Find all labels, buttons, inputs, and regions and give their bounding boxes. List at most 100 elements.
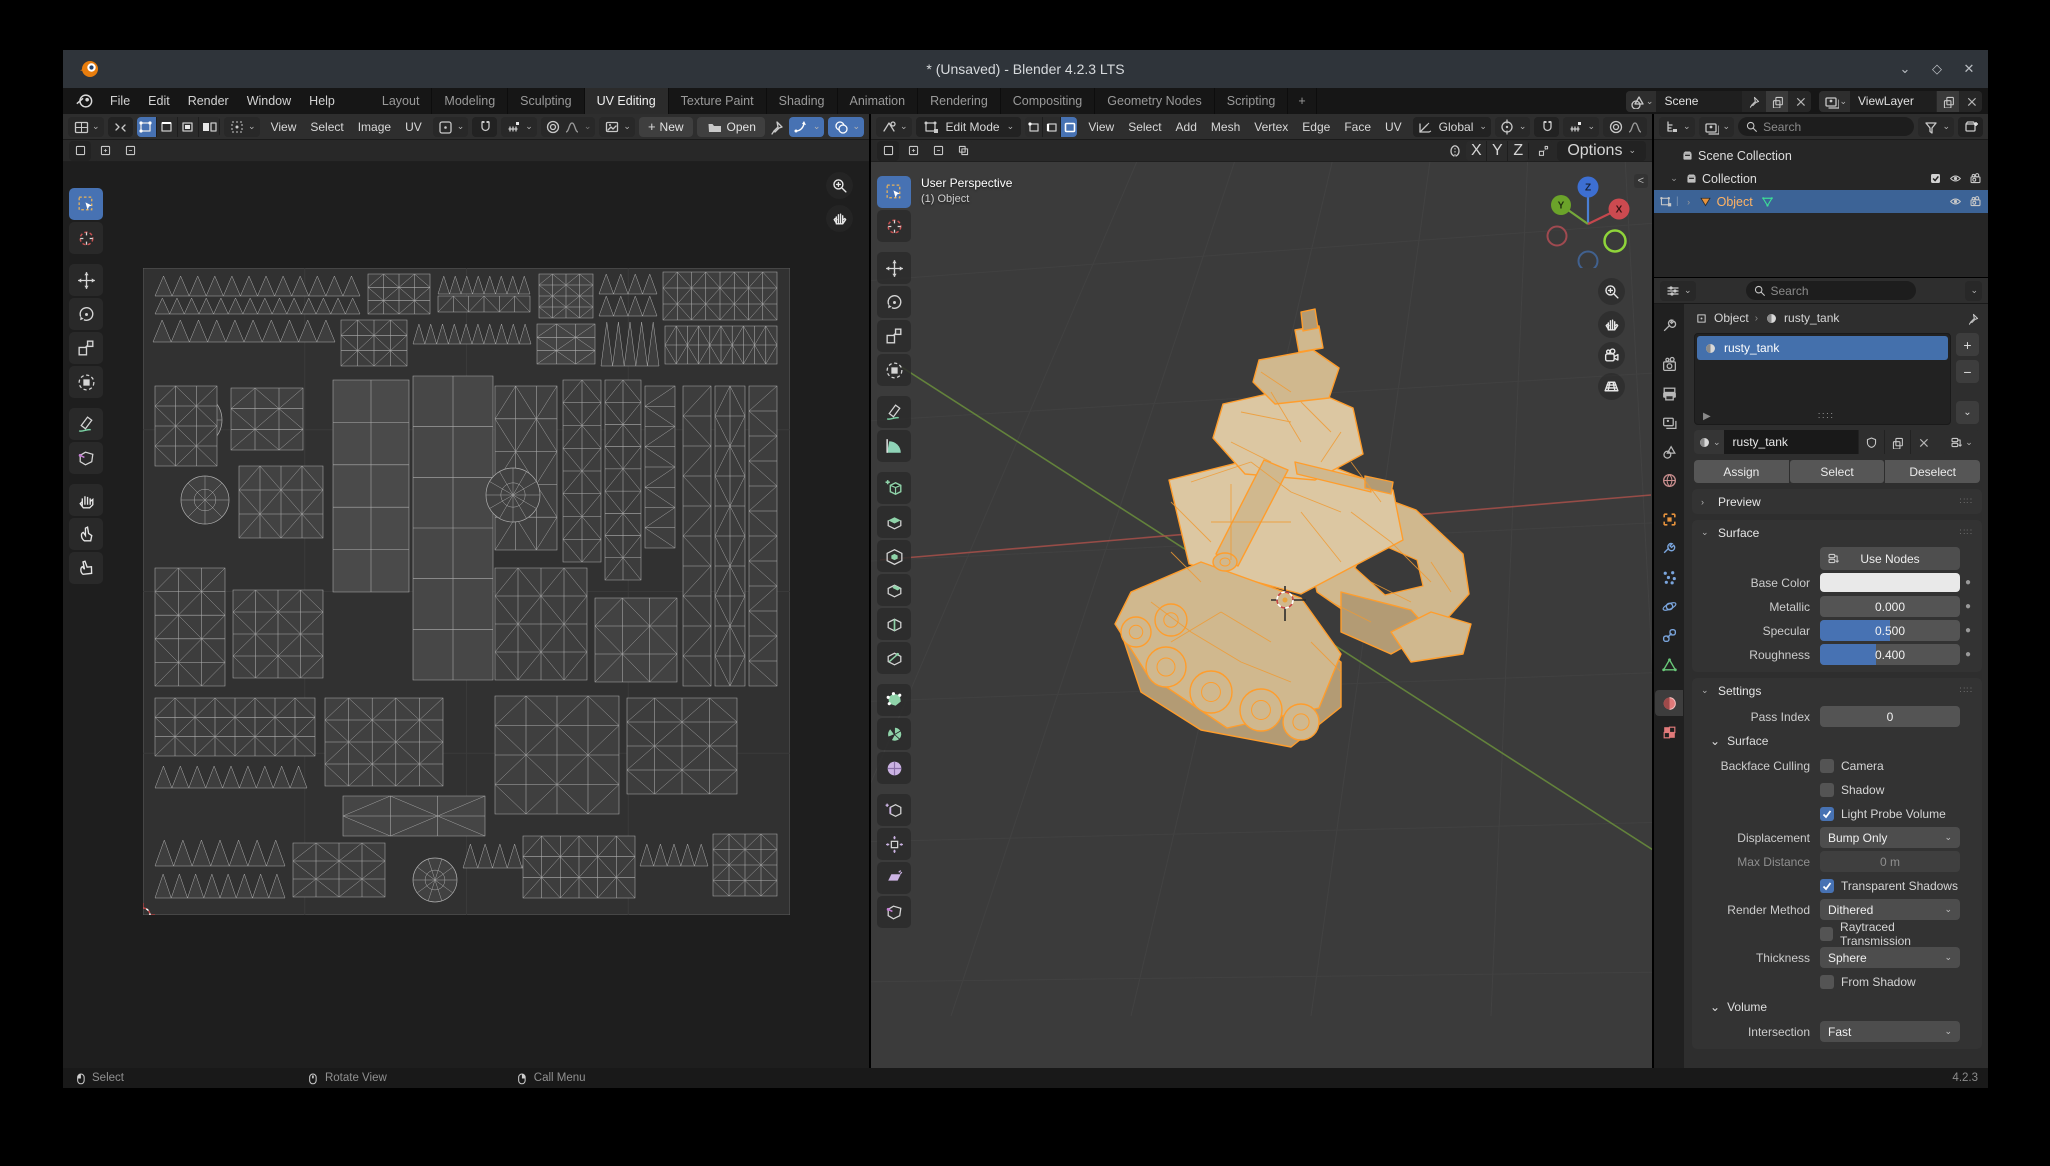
menu-render[interactable]: Render <box>179 88 238 114</box>
viewport-menu-view[interactable]: View <box>1081 120 1121 134</box>
outliner-search[interactable] <box>1738 117 1914 136</box>
raytraced-checkbox[interactable] <box>1820 927 1833 941</box>
spin-tool[interactable] <box>877 718 911 750</box>
new-collection-button[interactable] <box>1958 117 1983 137</box>
scene-copy-button[interactable] <box>1766 91 1788 112</box>
viewport-menu-vertex[interactable]: Vertex <box>1247 120 1295 134</box>
uv-editor-type-button[interactable]: ⌄ <box>68 117 104 137</box>
uv-select-island-button[interactable] <box>199 117 220 137</box>
raytraced-transmission-row[interactable]: Raytraced Transmission <box>1820 920 1960 948</box>
uv-snap-settings-dropdown[interactable]: ⌄ <box>501 117 537 137</box>
menu-edit[interactable]: Edit <box>139 88 179 114</box>
uv-gizmos-toggle[interactable]: ⌄ <box>789 117 825 137</box>
uv-zoom-button[interactable] <box>826 172 853 199</box>
workspace-tab-modeling[interactable]: Modeling <box>432 88 508 114</box>
inset-faces-tool[interactable] <box>877 540 911 572</box>
vp-tool-mode-subtract[interactable] <box>927 141 949 161</box>
intersection-dropdown[interactable]: Fast⌄ <box>1820 1021 1960 1042</box>
uv-canvas[interactable] <box>63 162 869 1068</box>
properties-tab-object-data[interactable] <box>1655 651 1683 677</box>
workspace-tab-layout[interactable]: Layout <box>370 88 433 114</box>
rotate-tool[interactable] <box>877 286 911 318</box>
outliner-viewlayer-dropdown[interactable]: ⌄ <box>1699 117 1735 137</box>
material-name-field[interactable]: rusty_tank <box>1724 430 1858 454</box>
poly-build-tool[interactable] <box>877 684 911 716</box>
workspace-tab-compositing[interactable]: Compositing <box>1001 88 1095 114</box>
mirror-icon[interactable] <box>1446 142 1463 159</box>
backface-camera-row[interactable]: Camera <box>1820 759 1960 773</box>
properties-tab-texture[interactable] <box>1655 719 1683 745</box>
collection-checkbox[interactable] <box>1928 172 1942 186</box>
workspace-tab-texture-paint[interactable]: Texture Paint <box>669 88 767 114</box>
edge-mode-button[interactable] <box>1043 117 1061 137</box>
surface-panel-header[interactable]: ⌄Surface∷∷ <box>1692 520 1982 545</box>
workspace-tab-geometry-nodes[interactable]: Geometry Nodes <box>1095 88 1214 114</box>
vp-camera-view-button[interactable] <box>1598 342 1625 369</box>
mode-dropdown[interactable]: Edit Mode⌄ <box>916 117 1022 137</box>
animate-dot[interactable]: ● <box>1960 649 1976 660</box>
outliner-filter-dropdown[interactable]: ⌄ <box>1918 117 1954 137</box>
annotate-tool[interactable] <box>877 396 911 428</box>
vertex-mode-button[interactable] <box>1025 117 1043 137</box>
workspace-tab-uv-editing[interactable]: UV Editing <box>585 88 669 114</box>
vp-tool-mode-extend[interactable] <box>902 141 924 161</box>
uv-pan-button[interactable] <box>826 205 853 232</box>
properties-tab-view-layer[interactable] <box>1655 409 1683 435</box>
from-shadow-row[interactable]: From Shadow <box>1820 975 1960 989</box>
cursor-tool[interactable] <box>877 210 911 242</box>
relax-tool[interactable] <box>69 518 103 550</box>
viewport-menu-select[interactable]: Select <box>1121 120 1168 134</box>
expand-caret[interactable]: ⌄ <box>1668 173 1680 184</box>
preview-panel-header[interactable]: ›Preview∷∷ <box>1692 489 1982 514</box>
uv-menu-select[interactable]: Select <box>303 120 350 134</box>
shadow-checkbox[interactable] <box>1820 783 1834 797</box>
properties-options-dropdown[interactable]: ⌄ <box>1965 281 1982 301</box>
animate-dot[interactable]: ● <box>1960 577 1976 588</box>
render-method-dropdown[interactable]: Dithered⌄ <box>1820 899 1960 920</box>
animate-dot[interactable]: ● <box>1960 601 1976 612</box>
uv-menu-view[interactable]: View <box>264 120 304 134</box>
uv-select-vertex-button[interactable] <box>137 117 158 137</box>
snap-base-button[interactable] <box>1532 141 1554 161</box>
thickness-dropdown[interactable]: Sphere⌄ <box>1820 947 1960 968</box>
transparent-shadows-row[interactable]: Transparent Shadows <box>1820 879 1960 893</box>
properties-editor-type-button[interactable]: ⌄ <box>1660 281 1696 301</box>
uv-tool-mode-extend[interactable] <box>94 141 116 161</box>
move-tool[interactable] <box>877 252 911 284</box>
outliner-row-object[interactable]: | › Object <box>1654 190 1988 213</box>
slot-specials-dropdown[interactable]: ⌄ <box>1956 401 1979 424</box>
menu-file[interactable]: File <box>101 88 139 114</box>
vp-tool-mode-intersect[interactable] <box>952 141 974 161</box>
scale-tool[interactable] <box>69 332 103 364</box>
properties-search[interactable] <box>1746 281 1916 300</box>
uv-snap-toggle[interactable] <box>472 117 497 137</box>
hide-in-viewport-icon[interactable] <box>1948 195 1962 209</box>
uv-proportional-edit-toggle[interactable]: ⌄ <box>541 117 596 137</box>
select-box-tool[interactable] <box>69 188 103 220</box>
uv-menu-image[interactable]: Image <box>351 120 398 134</box>
metallic-slider[interactable]: 0.000 <box>1820 596 1960 617</box>
camera-checkbox[interactable] <box>1820 759 1834 773</box>
window-minimize-button[interactable]: ⌄ <box>1896 61 1914 77</box>
transform-orientation-dropdown[interactable]: Global⌄ <box>1413 117 1491 137</box>
breadcrumb-object[interactable]: Object <box>1714 311 1749 325</box>
uv-tool-mode-subtract[interactable] <box>119 141 141 161</box>
knife-tool[interactable] <box>877 642 911 674</box>
window-maximize-button[interactable]: ◇ <box>1928 61 1946 77</box>
scene-unlink-button[interactable] <box>1789 91 1811 112</box>
vp-ortho-toggle-button[interactable] <box>1598 373 1625 400</box>
transform-tool[interactable] <box>877 354 911 386</box>
pinch-tool[interactable] <box>69 552 103 584</box>
window-close-button[interactable]: ✕ <box>1960 61 1978 77</box>
select-button[interactable]: Select <box>1790 460 1885 483</box>
viewlayer-browse-button[interactable]: ⌄ <box>1819 91 1850 112</box>
proportional-edit-toggle[interactable] <box>1603 117 1647 137</box>
properties-tab-material[interactable] <box>1655 690 1683 716</box>
expand-caret[interactable]: › <box>1683 197 1695 207</box>
mirror-x-button[interactable]: X <box>1466 141 1487 161</box>
uv-new-image-button[interactable]: +New <box>639 117 693 137</box>
disable-in-renders-icon[interactable] <box>1968 195 1982 209</box>
viewport-menu-edge[interactable]: Edge <box>1295 120 1337 134</box>
add-slot-button[interactable]: + <box>1956 333 1979 356</box>
new-material-button[interactable] <box>1884 430 1910 454</box>
